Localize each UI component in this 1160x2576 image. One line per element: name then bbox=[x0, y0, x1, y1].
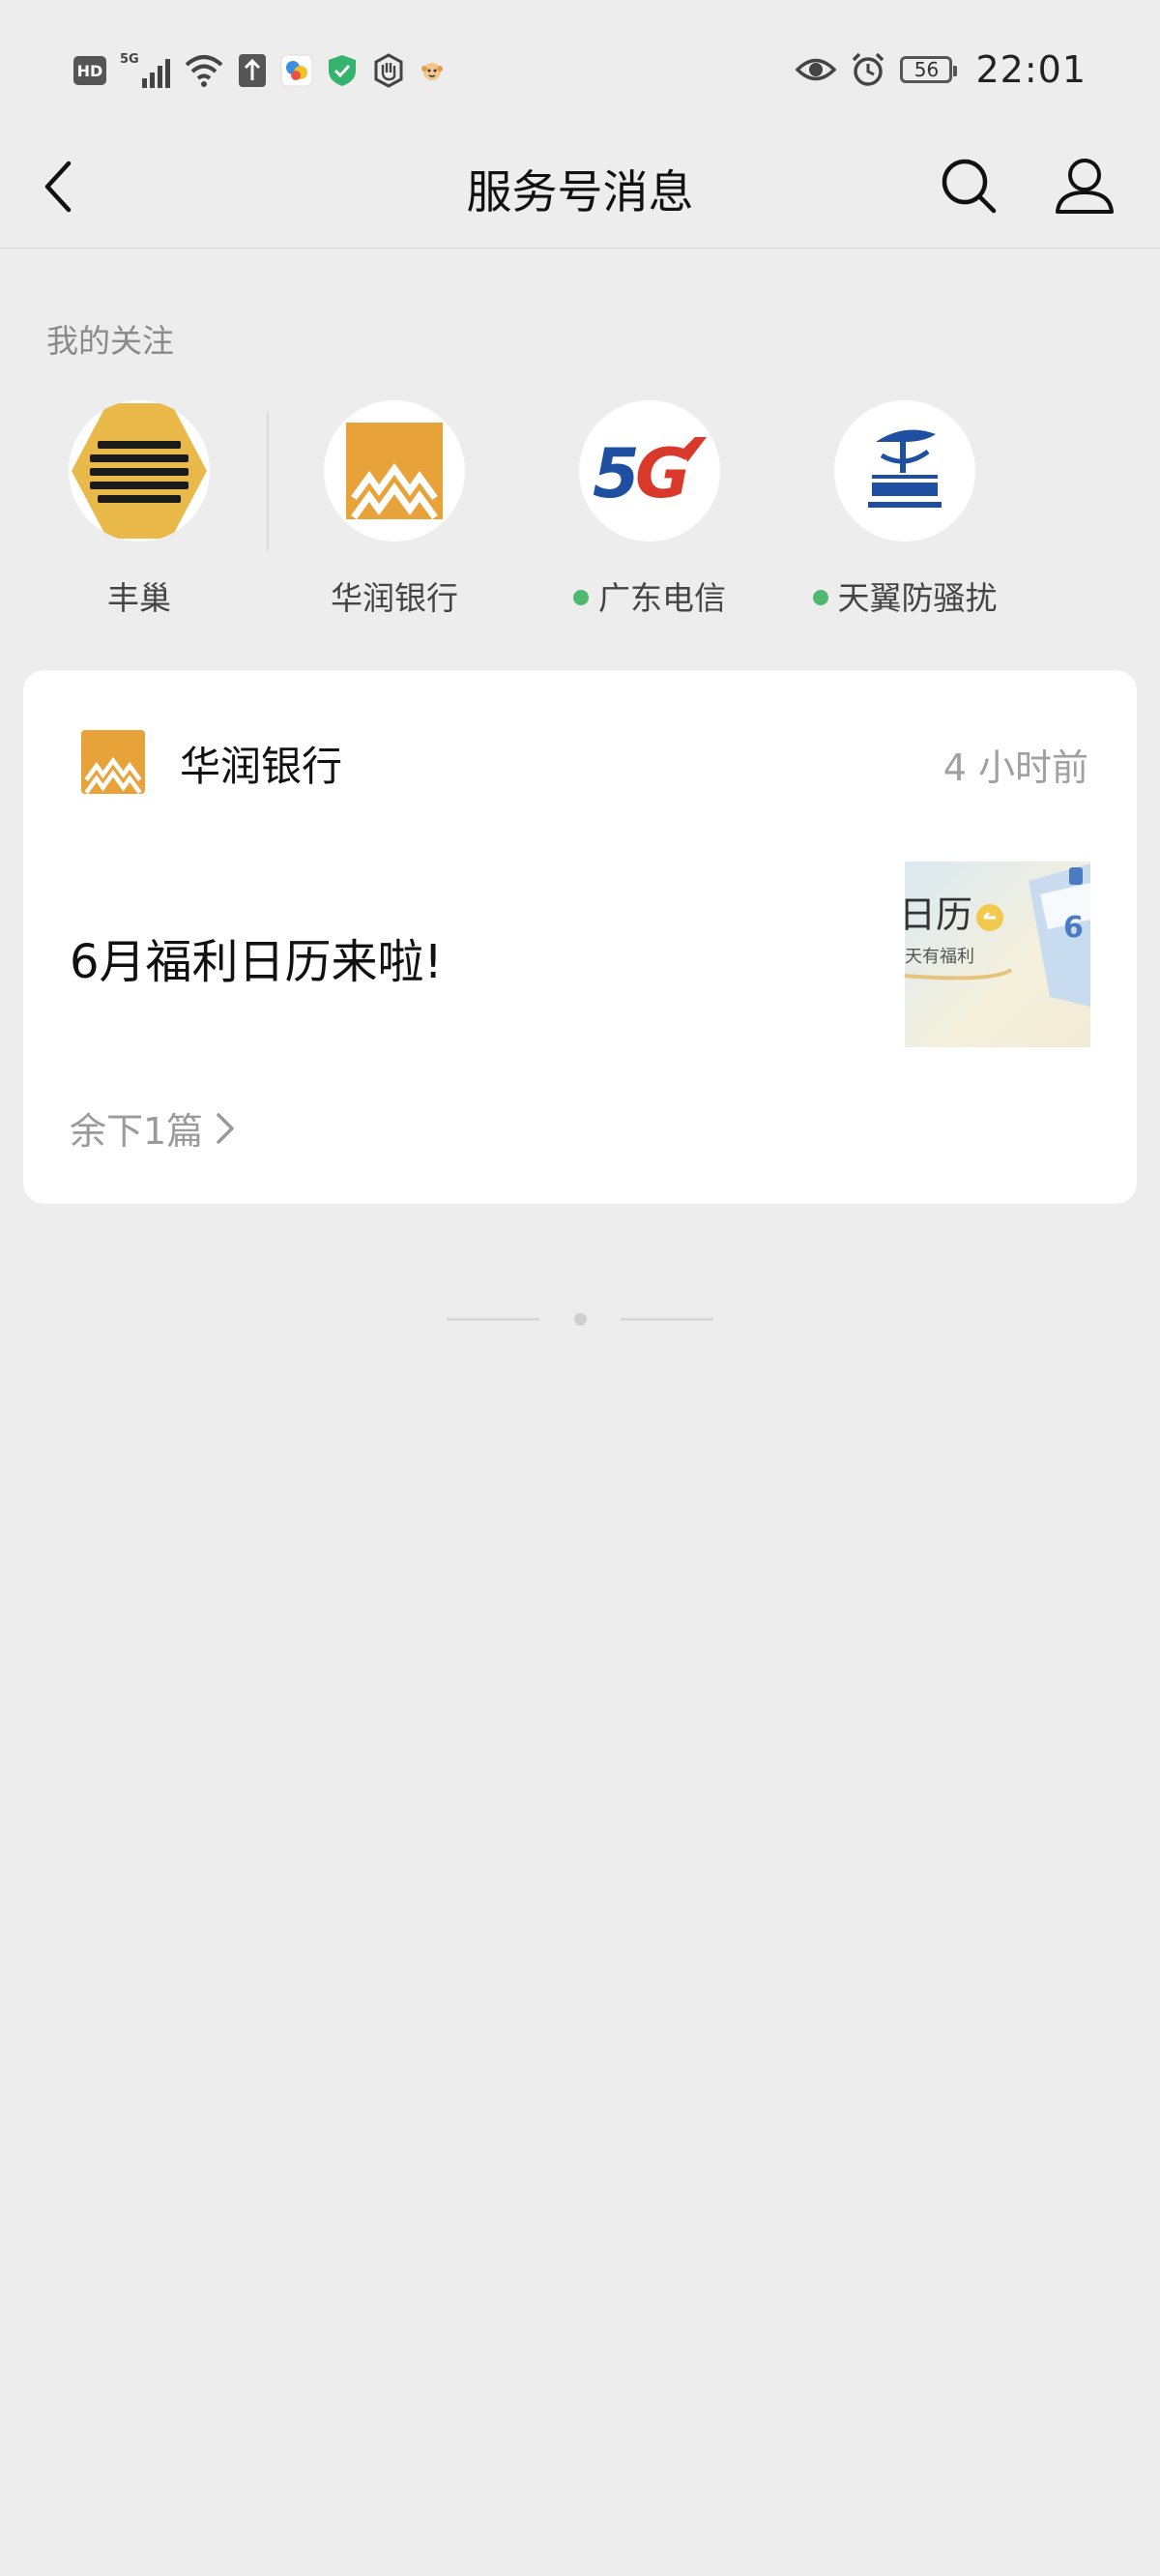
5g-logo-icon: 5 G bbox=[593, 434, 707, 513]
status-time: 22:01 bbox=[975, 48, 1087, 91]
chevron-right-icon bbox=[217, 1112, 234, 1144]
hd-icon: HD bbox=[73, 56, 106, 85]
battery-level: 56 bbox=[914, 58, 940, 81]
follows-section-title: 我的关注 bbox=[46, 322, 174, 360]
thumb-main-text: 日历 bbox=[905, 893, 972, 936]
crbank-logo-icon bbox=[81, 730, 145, 794]
thumb-sub-text: 天有福利 bbox=[905, 947, 974, 967]
profile-button[interactable] bbox=[1048, 145, 1121, 226]
end-of-list-indicator bbox=[447, 1307, 713, 1331]
message-time: 4 小时前 bbox=[942, 746, 1088, 789]
article-thumbnail[interactable]: 6 日历 天有福利 bbox=[905, 862, 1090, 1047]
avatar bbox=[69, 400, 210, 542]
battery-icon: 56 bbox=[900, 56, 958, 83]
account-avatar[interactable] bbox=[81, 730, 145, 794]
end-line-right bbox=[621, 1318, 713, 1321]
article-title[interactable]: 6月福利日历来啦! bbox=[70, 923, 443, 991]
avatar bbox=[834, 400, 975, 542]
fengchao-logo-icon bbox=[72, 403, 207, 539]
message-card[interactable]: 华润银行 4 小时前 6月福利日历来啦! 6 日历 天有福利 余下1篇 bbox=[23, 670, 1137, 1204]
crbank-logo-icon bbox=[346, 423, 443, 519]
follows-divider bbox=[267, 412, 269, 551]
app-notification-icon bbox=[280, 54, 313, 87]
status-bar: HD 5G 56 22:01 bbox=[0, 0, 1160, 126]
person-icon bbox=[1056, 159, 1114, 214]
china-telecom-logo-icon bbox=[868, 429, 942, 508]
search-icon bbox=[942, 159, 997, 214]
avatar bbox=[324, 400, 465, 542]
hand-icon bbox=[374, 53, 403, 88]
follow-item-crbank[interactable]: 华润银行 bbox=[283, 400, 506, 632]
svg-text:G: G bbox=[635, 434, 690, 513]
account-name[interactable]: 华润银行 bbox=[180, 734, 342, 793]
follow-name: 华润银行 bbox=[331, 579, 458, 617]
status-icons-left: HD 5G bbox=[73, 50, 445, 91]
thumbnail-image: 6 日历 天有福利 bbox=[905, 862, 1090, 1047]
status-icons-right: 56 22:01 bbox=[796, 43, 1087, 97]
unread-dot bbox=[573, 589, 589, 605]
monkey-icon bbox=[420, 63, 443, 80]
network-label: 5G bbox=[120, 52, 139, 67]
wifi-icon bbox=[185, 55, 223, 87]
more-articles-link[interactable]: 余下1篇 bbox=[70, 1101, 236, 1155]
nav-bar: 服务号消息 bbox=[0, 126, 1160, 249]
avatar: 5 G bbox=[579, 400, 720, 542]
alarm-icon bbox=[853, 52, 884, 86]
svg-text:5: 5 bbox=[593, 434, 640, 513]
follow-name: 天翼防骚扰 bbox=[794, 572, 1016, 619]
shield-icon bbox=[328, 55, 356, 86]
thumb-number: 6 bbox=[1063, 911, 1084, 945]
search-button[interactable] bbox=[933, 145, 1004, 226]
end-dot bbox=[574, 1313, 587, 1326]
follow-item-fengchao[interactable]: 丰巢 bbox=[28, 400, 250, 632]
follow-item-guangdong-telecom[interactable]: 5 G 广东电信 bbox=[538, 400, 761, 632]
follow-item-tianyi-anti-harassment[interactable]: 天翼防骚扰 bbox=[794, 400, 1016, 632]
unread-dot bbox=[812, 589, 828, 605]
eye-icon bbox=[796, 58, 837, 81]
follow-name: 广东电信 bbox=[538, 572, 761, 619]
end-line-left bbox=[447, 1318, 539, 1321]
follow-name: 丰巢 bbox=[107, 579, 171, 617]
upload-icon bbox=[238, 54, 266, 87]
more-articles-label: 余下1篇 bbox=[70, 1110, 204, 1153]
signal-5g-icon: 5G bbox=[120, 53, 170, 88]
